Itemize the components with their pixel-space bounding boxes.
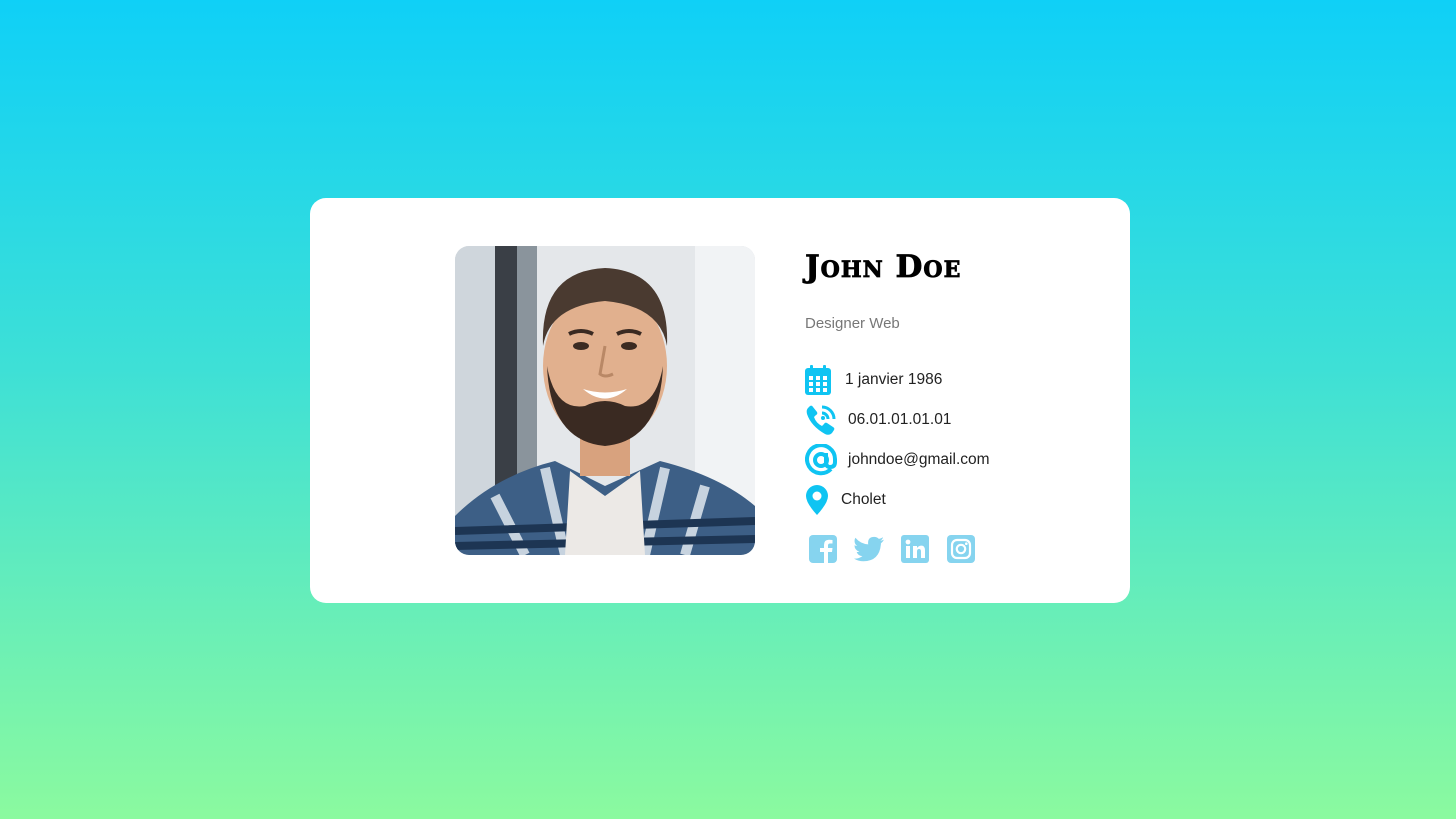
birthdate-text: 1 janvier 1986 [845,371,943,388]
instagram-icon[interactable] [946,534,976,564]
phone-icon [805,403,839,437]
location-text: Cholet [841,491,886,508]
at-sign-icon [805,443,839,477]
profile-role: Designer Web [805,315,900,332]
profile-card: John Doe Designer Web 1 janvier 1986 06.… [310,198,1130,603]
profile-info: John Doe Designer Web 1 janvier 1986 06.… [805,246,1105,564]
profile-name: John Doe [805,249,962,285]
location-pin-icon [805,483,833,517]
detail-birthdate: 1 janvier 1986 [805,360,1105,400]
linkedin-icon[interactable] [900,534,930,564]
detail-location: Cholet [805,480,1105,520]
calendar-icon [805,363,839,397]
email-text[interactable]: johndoe@gmail.com [848,451,990,469]
social-links [808,534,1105,564]
twitter-icon[interactable] [854,534,884,564]
phone-text[interactable]: 06.01.01.01.01 [848,411,951,429]
detail-email: johndoe@gmail.com [805,440,1105,480]
profile-photo [455,246,755,555]
detail-phone: 06.01.01.01.01 [805,400,1105,440]
facebook-icon[interactable] [808,534,838,564]
contact-details: 1 janvier 1986 06.01.01.01.01 johndoe@gm… [805,360,1105,520]
